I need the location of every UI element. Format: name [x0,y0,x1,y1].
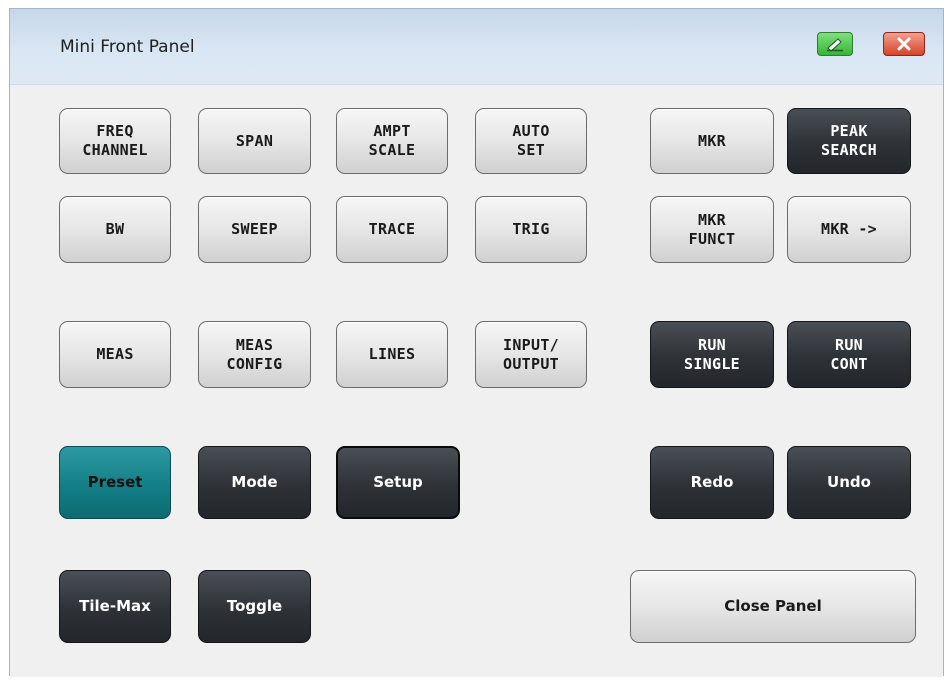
trig-button[interactable]: TRIG [475,196,587,263]
input-output-button[interactable]: INPUT/ OUTPUT [475,321,587,388]
auto-set-button[interactable]: AUTO SET [475,108,587,174]
ampt-scale-button[interactable]: AMPT SCALE [336,108,448,174]
close-icon [897,37,911,51]
trace-button[interactable]: TRACE [336,196,448,263]
undo-button[interactable]: Undo [787,446,911,519]
edit-icon [827,38,843,52]
redo-button[interactable]: Redo [650,446,774,519]
panel-content: FREQ CHANNEL SPAN AMPT SCALE AUTO SET MK… [10,85,943,677]
close-panel-button[interactable]: Close Panel [630,570,916,643]
run-single-button[interactable]: RUN SINGLE [650,321,774,388]
span-button[interactable]: SPAN [198,108,311,174]
mkr-button[interactable]: MKR [650,108,774,174]
bw-button[interactable]: BW [59,196,171,263]
preset-button[interactable]: Preset [59,446,171,519]
run-cont-button[interactable]: RUN CONT [787,321,911,388]
mode-button[interactable]: Mode [198,446,311,519]
lines-button[interactable]: LINES [336,321,448,388]
window-close-button[interactable] [883,32,925,56]
mkr-to-button[interactable]: MKR -> [787,196,911,263]
freq-channel-button[interactable]: FREQ CHANNEL [59,108,171,174]
peak-search-button[interactable]: PEAK SEARCH [787,108,911,174]
edit-button[interactable] [817,32,853,56]
meas-button[interactable]: MEAS [59,321,171,388]
toggle-button[interactable]: Toggle [198,570,311,643]
meas-config-button[interactable]: MEAS CONFIG [198,321,311,388]
mkr-funct-button[interactable]: MKR FUNCT [650,196,774,263]
tile-max-button[interactable]: Tile-Max [59,570,171,643]
sweep-button[interactable]: SWEEP [198,196,311,263]
setup-button[interactable]: Setup [336,446,460,519]
window-title: Mini Front Panel [60,37,195,57]
title-bar[interactable]: Mini Front Panel [10,9,943,85]
mini-front-panel-window: Mini Front Panel FREQ CHANNEL SPAN AMPT … [9,8,944,677]
